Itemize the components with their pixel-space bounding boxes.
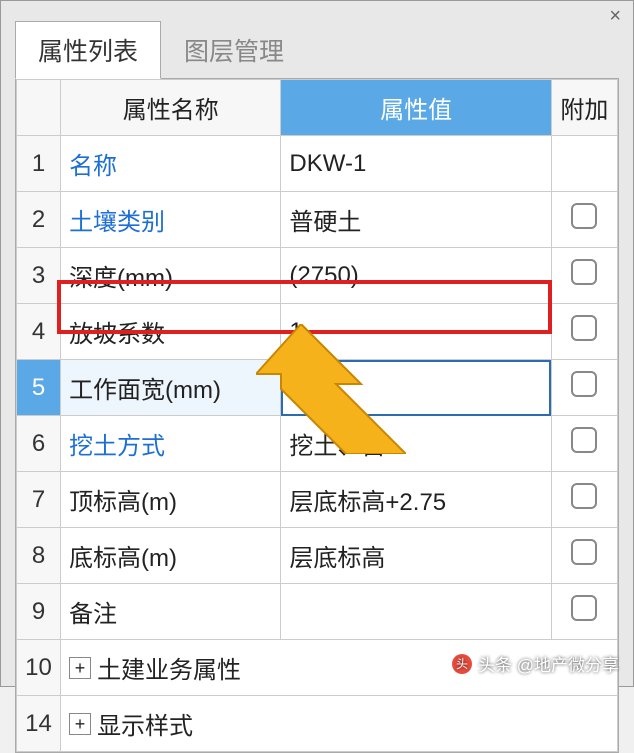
property-name: 深度(mm) xyxy=(61,248,281,304)
header-value[interactable]: 属性值 xyxy=(281,80,551,136)
attach-cell[interactable] xyxy=(551,416,617,472)
property-name[interactable]: 土壤类别 xyxy=(61,192,281,248)
property-value[interactable]: 1 xyxy=(281,304,551,360)
table-row[interactable]: 6挖土方式挖土、自... xyxy=(17,416,618,472)
close-icon[interactable]: × xyxy=(609,5,621,28)
header-name[interactable]: 属性名称 xyxy=(61,80,281,136)
group-label: 显示样式 xyxy=(97,706,193,741)
expandable-group[interactable]: + 显示样式 xyxy=(61,696,618,752)
attach-cell[interactable] xyxy=(551,192,617,248)
tab-property-list[interactable]: 属性列表 xyxy=(15,21,161,79)
table-row[interactable]: 4放坡系数1 xyxy=(17,304,618,360)
row-number[interactable]: 3 xyxy=(17,248,61,304)
watermark: 头 头条 @地产微分享 xyxy=(452,651,619,676)
property-name: 备注 xyxy=(61,584,281,640)
table-row[interactable]: 5工作面宽(mm) xyxy=(17,360,618,416)
row-number[interactable]: 14 xyxy=(17,696,61,752)
property-value[interactable]: 层底标高 xyxy=(281,528,551,584)
row-number[interactable]: 4 xyxy=(17,304,61,360)
properties-panel: × 属性列表 图层管理 属性名称 属性值 附加 1名称DKW-12土壤类别普硬土… xyxy=(0,0,634,687)
expand-icon[interactable]: + xyxy=(69,713,91,735)
header-add[interactable]: 附加 xyxy=(551,80,617,136)
table-row[interactable]: 7顶标高(m)层底标高+2.75 xyxy=(17,472,618,528)
row-number[interactable]: 7 xyxy=(17,472,61,528)
checkbox[interactable] xyxy=(571,259,597,285)
attach-cell[interactable] xyxy=(551,304,617,360)
attach-cell[interactable] xyxy=(551,360,617,416)
table-row[interactable]: 9备注 xyxy=(17,584,618,640)
table-row[interactable]: 8底标高(m)层底标高 xyxy=(17,528,618,584)
attach-cell[interactable] xyxy=(551,472,617,528)
row-number[interactable]: 9 xyxy=(17,584,61,640)
attach-cell[interactable] xyxy=(551,584,617,640)
property-value[interactable]: 普硬土 xyxy=(281,192,551,248)
checkbox[interactable] xyxy=(571,539,597,565)
row-number[interactable]: 8 xyxy=(17,528,61,584)
property-name[interactable]: 挖土方式 xyxy=(61,416,281,472)
row-number[interactable]: 6 xyxy=(17,416,61,472)
table-row[interactable]: 1名称DKW-1 xyxy=(17,136,618,192)
property-value[interactable] xyxy=(281,360,551,416)
checkbox[interactable] xyxy=(571,483,597,509)
property-value[interactable]: 挖土、自... xyxy=(281,416,551,472)
row-number[interactable]: 5 xyxy=(17,360,61,416)
expand-icon[interactable]: + xyxy=(69,657,91,679)
checkbox[interactable] xyxy=(571,427,597,453)
property-name: 放坡系数 xyxy=(61,304,281,360)
watermark-text: 头条 @地产微分享 xyxy=(478,651,619,676)
attach-cell[interactable] xyxy=(551,248,617,304)
property-name: 工作面宽(mm) xyxy=(61,360,281,416)
table-header-row: 属性名称 属性值 附加 xyxy=(17,80,618,136)
checkbox[interactable] xyxy=(571,371,597,397)
table-row[interactable]: 3深度(mm)(2750) xyxy=(17,248,618,304)
group-label: 土建业务属性 xyxy=(97,650,241,685)
property-name: 底标高(m) xyxy=(61,528,281,584)
checkbox[interactable] xyxy=(571,203,597,229)
attach-cell[interactable] xyxy=(551,528,617,584)
row-number[interactable]: 10 xyxy=(17,640,61,696)
property-value[interactable]: 层底标高+2.75 xyxy=(281,472,551,528)
watermark-icon: 头 xyxy=(452,654,472,674)
row-number[interactable]: 1 xyxy=(17,136,61,192)
property-value[interactable]: (2750) xyxy=(281,248,551,304)
row-number[interactable]: 2 xyxy=(17,192,61,248)
header-blank xyxy=(17,80,61,136)
property-value[interactable] xyxy=(281,584,551,640)
tab-bar: 属性列表 图层管理 xyxy=(1,1,633,79)
attach-cell xyxy=(551,136,617,192)
property-value[interactable]: DKW-1 xyxy=(281,136,551,192)
tab-layer-management[interactable]: 图层管理 xyxy=(161,21,307,79)
checkbox[interactable] xyxy=(571,315,597,341)
table-row[interactable]: 14 + 显示样式 xyxy=(17,696,618,752)
checkbox[interactable] xyxy=(571,595,597,621)
table-row[interactable]: 2土壤类别普硬土 xyxy=(17,192,618,248)
property-name[interactable]: 名称 xyxy=(61,136,281,192)
property-name: 顶标高(m) xyxy=(61,472,281,528)
